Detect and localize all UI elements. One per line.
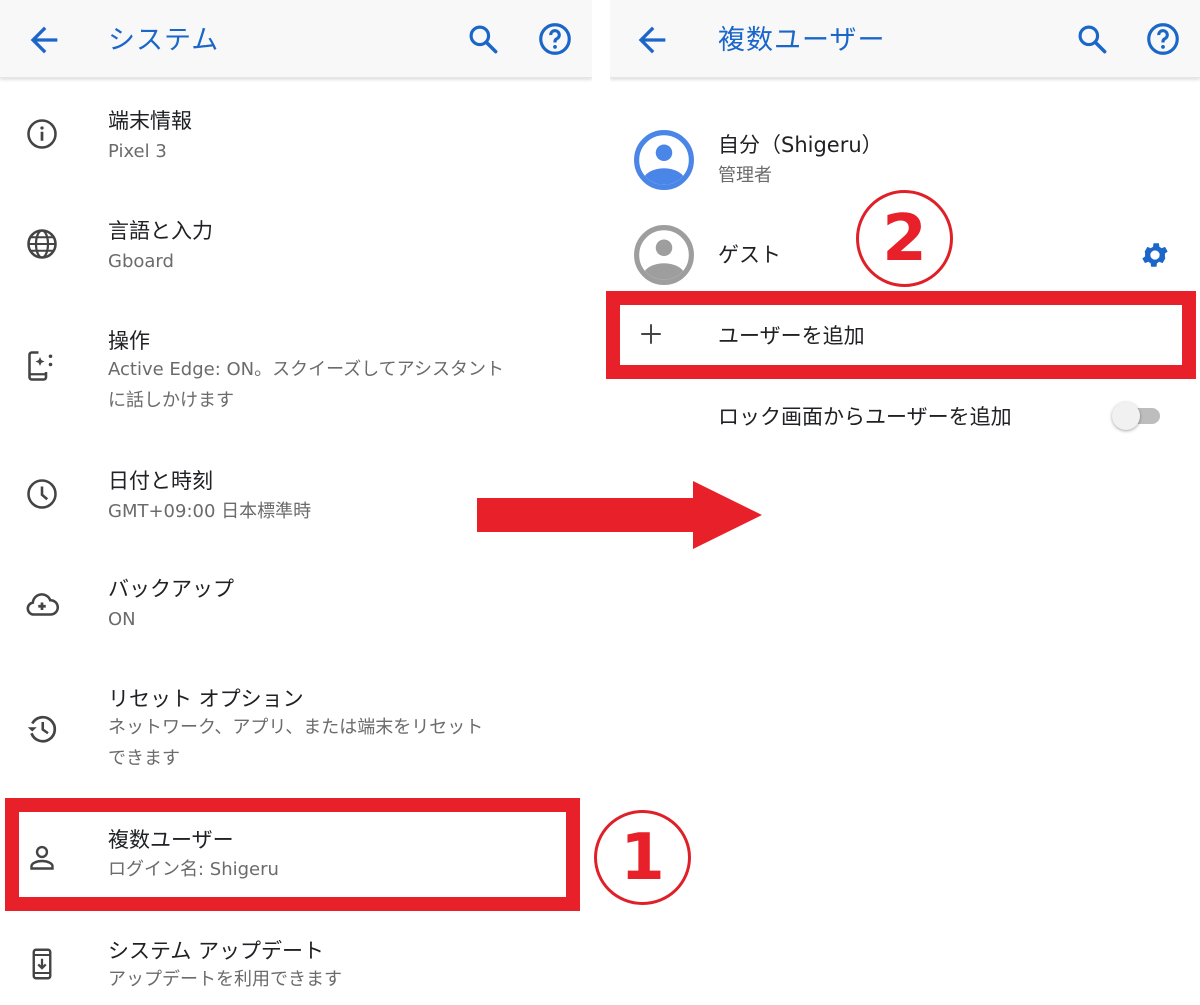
settings-item-backup[interactable]: バックアップ ON [0,568,592,658]
user-role: 管理者 [718,165,772,186]
item-title: 複数ユーザー [108,828,234,852]
item-title: システム アップデート [108,939,325,963]
step-1-marker: 1 [594,810,691,905]
app-bar: システム [0,0,592,78]
item-subtitle: ON [108,609,136,630]
clock-icon [27,479,57,509]
avatar [634,225,694,285]
cloud-backup-icon [26,593,60,616]
lockscreen-add-user-toggle[interactable] [1110,402,1162,430]
globe-icon [27,229,57,259]
search-icon[interactable] [1073,20,1111,58]
item-subtitle: アップデートを利用できます [108,969,342,990]
arrow-left-icon[interactable] [632,20,672,60]
person-icon [30,845,54,870]
item-title: 操作 [108,329,150,353]
help-circle-icon[interactable] [536,20,574,58]
red-arrow-right [477,481,762,549]
toggle-thumb [1112,402,1140,430]
settings-item-about-phone[interactable]: 端末情報 Pixel 3 [0,100,592,190]
avatar [634,130,694,190]
user-name: ゲスト [718,243,781,267]
settings-item-system-update[interactable]: システム アップデート アップデートを利用できます [0,930,592,1005]
item-subtitle: GMT+09:00 日本標準時 [108,501,312,522]
app-bar: 複数ユーザー [610,0,1200,78]
item-subtitle: Pixel 3 [108,141,167,162]
settings-item-language-input[interactable]: 言語と入力 Gboard [0,210,592,300]
plus-icon [641,324,661,344]
item-subtitle: Active Edge: ON。スクイーズしてアシスタント に話しかけます [108,359,504,411]
history-icon [27,715,57,743]
add-user-label: ユーザーを追加 [718,324,865,348]
item-title: リセット オプション [108,687,304,711]
user-name: 自分（Shigeru） [718,133,883,157]
item-title: 日付と時刻 [108,469,213,493]
settings-item-reset-options[interactable]: リセット オプション ネットワーク、アプリ、または端末をリセット できます [0,678,592,778]
step-1-number: 1 [620,820,665,895]
user-item-self[interactable]: 自分（Shigeru） 管理者 [610,120,1200,200]
step-2-marker: 2 [856,190,953,287]
lockscreen-add-user-label: ロック画面からユーザーを追加 [718,405,1012,429]
item-title: バックアップ [108,577,234,601]
settings-item-gestures[interactable]: 操作 Active Edge: ON。スクイーズしてアシスタント に話しかけます [0,320,592,420]
item-subtitle: ネットワーク、アプリ、または端末をリセット できます [108,717,484,769]
search-icon[interactable] [464,20,502,58]
gesture-phone-icon [28,351,53,381]
gear-icon[interactable] [1139,239,1171,271]
settings-item-multiple-users[interactable]: 複数ユーザー ログイン名: Shigeru [0,818,592,898]
item-title: 端末情報 [108,109,192,133]
arrow-left-icon[interactable] [24,20,64,60]
item-subtitle: Gboard [108,251,174,272]
page-title: システム [108,25,220,56]
system-update-icon [32,948,52,980]
page-title: 複数ユーザー [718,25,886,56]
step-2-number: 2 [882,201,927,276]
item-subtitle: ログイン名: Shigeru [108,859,279,880]
item-title: 言語と入力 [108,219,213,243]
add-user-button[interactable]: ユーザーを追加 [610,305,1200,365]
lockscreen-add-user-item[interactable]: ロック画面からユーザーを追加 [610,390,1200,440]
help-circle-icon[interactable] [1144,20,1182,58]
info-icon [27,119,57,149]
